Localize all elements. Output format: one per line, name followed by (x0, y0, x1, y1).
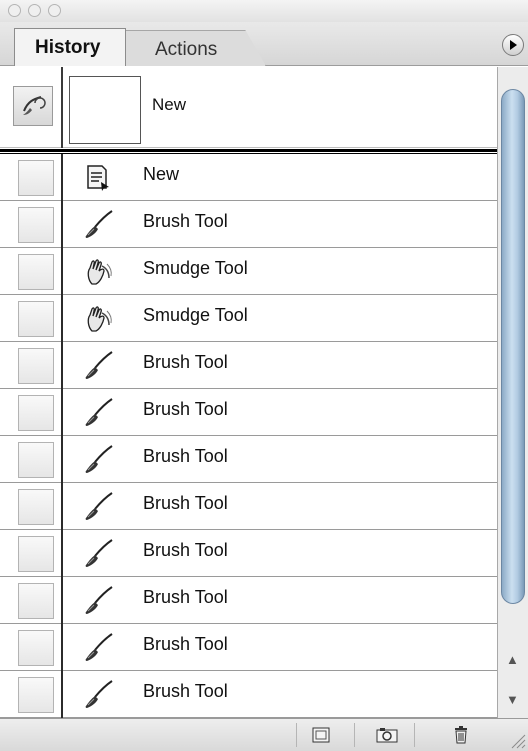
history-state-label: Brush Tool (143, 634, 228, 654)
history-state-row[interactable]: New (0, 154, 497, 201)
history-list: New Brush Tool Smudge Tool Smudge Tool Brush… (0, 154, 497, 718)
brush-icon (80, 489, 116, 525)
scrollbar-thumb[interactable] (501, 89, 525, 604)
snapshot-row[interactable]: New (0, 67, 497, 148)
history-state-label: Brush Tool (143, 352, 228, 372)
history-state-row[interactable]: Brush Tool (0, 201, 497, 248)
create-document-from-state-button[interactable] (310, 725, 332, 745)
history-state-row[interactable]: Brush Tool (0, 483, 497, 530)
column-divider (61, 295, 63, 342)
delete-state-button[interactable] (450, 725, 472, 745)
toolbar-separator (354, 723, 355, 747)
history-state-label: Brush Tool (143, 211, 228, 231)
column-divider (61, 436, 63, 483)
brush-icon (80, 677, 116, 713)
column-divider (61, 389, 63, 436)
history-brush-source-box[interactable] (18, 254, 54, 290)
toolbar-separator (414, 723, 415, 747)
bottom-toolbar (0, 718, 528, 751)
create-snapshot-button[interactable] (376, 725, 398, 745)
history-state-row[interactable]: Brush Tool (0, 436, 497, 483)
brush-icon (80, 207, 116, 243)
history-brush-source-box[interactable] (18, 207, 54, 243)
brush-icon (80, 536, 116, 572)
history-brush-source-box[interactable] (18, 489, 54, 525)
column-divider (61, 67, 63, 148)
scroll-down-arrow-icon[interactable]: ▼ (506, 692, 519, 707)
new-document-icon (80, 160, 116, 196)
brush-icon (80, 442, 116, 478)
history-brush-source-box[interactable] (18, 395, 54, 431)
panel-menu-button[interactable] (502, 34, 524, 56)
resize-grip-icon[interactable] (510, 733, 526, 749)
history-state-row[interactable]: Smudge Tool (0, 295, 497, 342)
history-brush-icon (23, 96, 46, 115)
brush-icon (80, 630, 116, 666)
history-state-row[interactable]: Smudge Tool (0, 248, 497, 295)
history-brush-source-box[interactable] (18, 536, 54, 572)
vertical-scrollbar[interactable]: ▲ ▼ (497, 67, 528, 718)
column-divider (61, 483, 63, 530)
brush-icon (80, 348, 116, 384)
history-state-row[interactable]: Brush Tool (0, 671, 497, 718)
column-divider (61, 577, 63, 624)
history-state-row[interactable]: Brush Tool (0, 389, 497, 436)
history-brush-source-box[interactable] (18, 677, 54, 713)
zoom-window-button[interactable] (48, 4, 61, 17)
history-brush-source-box[interactable] (18, 442, 54, 478)
brush-icon (80, 395, 116, 431)
history-brush-source-box[interactable] (18, 630, 54, 666)
smudge-icon (80, 301, 116, 337)
column-divider (61, 671, 63, 718)
triangle-right-icon (510, 40, 517, 50)
minimize-window-button[interactable] (28, 4, 41, 17)
history-state-label: Brush Tool (143, 446, 228, 466)
history-brush-source-box[interactable] (18, 348, 54, 384)
history-state-label: Brush Tool (143, 493, 228, 513)
tab-history[interactable]: History (14, 28, 126, 66)
history-state-label: Brush Tool (143, 540, 228, 560)
column-divider (61, 530, 63, 577)
history-brush-source-box[interactable] (18, 583, 54, 619)
history-state-row[interactable]: Brush Tool (0, 530, 497, 577)
column-divider (61, 624, 63, 671)
history-state-row[interactable]: Brush Tool (0, 624, 497, 671)
column-divider (61, 248, 63, 295)
history-state-label: New (143, 164, 180, 184)
history-state-row[interactable]: Brush Tool (0, 577, 497, 624)
history-state-label: Brush Tool (143, 681, 228, 701)
smudge-icon (80, 254, 116, 290)
new-document-from-state-icon (312, 727, 330, 743)
scroll-up-arrow-icon[interactable]: ▲ (506, 652, 519, 667)
column-divider (61, 201, 63, 248)
camera-icon (376, 728, 398, 743)
snapshot-label: New (152, 95, 187, 114)
history-state-row[interactable]: Brush Tool (0, 342, 497, 389)
column-divider (61, 154, 63, 201)
history-brush-source-box[interactable] (18, 160, 54, 196)
history-brush-source[interactable] (13, 86, 53, 126)
brush-icon (80, 583, 116, 619)
close-window-button[interactable] (8, 4, 21, 17)
history-state-label: Smudge Tool (143, 258, 248, 278)
toolbar-separator (296, 723, 297, 747)
trash-icon (455, 726, 467, 744)
tab-actions[interactable]: Actions (118, 30, 266, 66)
history-state-label: Brush Tool (143, 587, 228, 607)
window-titlebar (0, 0, 528, 22)
history-state-label: Brush Tool (143, 399, 228, 419)
column-divider (61, 342, 63, 389)
history-state-label: Smudge Tool (143, 305, 248, 325)
history-brush-source-box[interactable] (18, 301, 54, 337)
tab-bar: Actions History (0, 22, 528, 66)
snapshot-thumbnail (69, 76, 141, 144)
